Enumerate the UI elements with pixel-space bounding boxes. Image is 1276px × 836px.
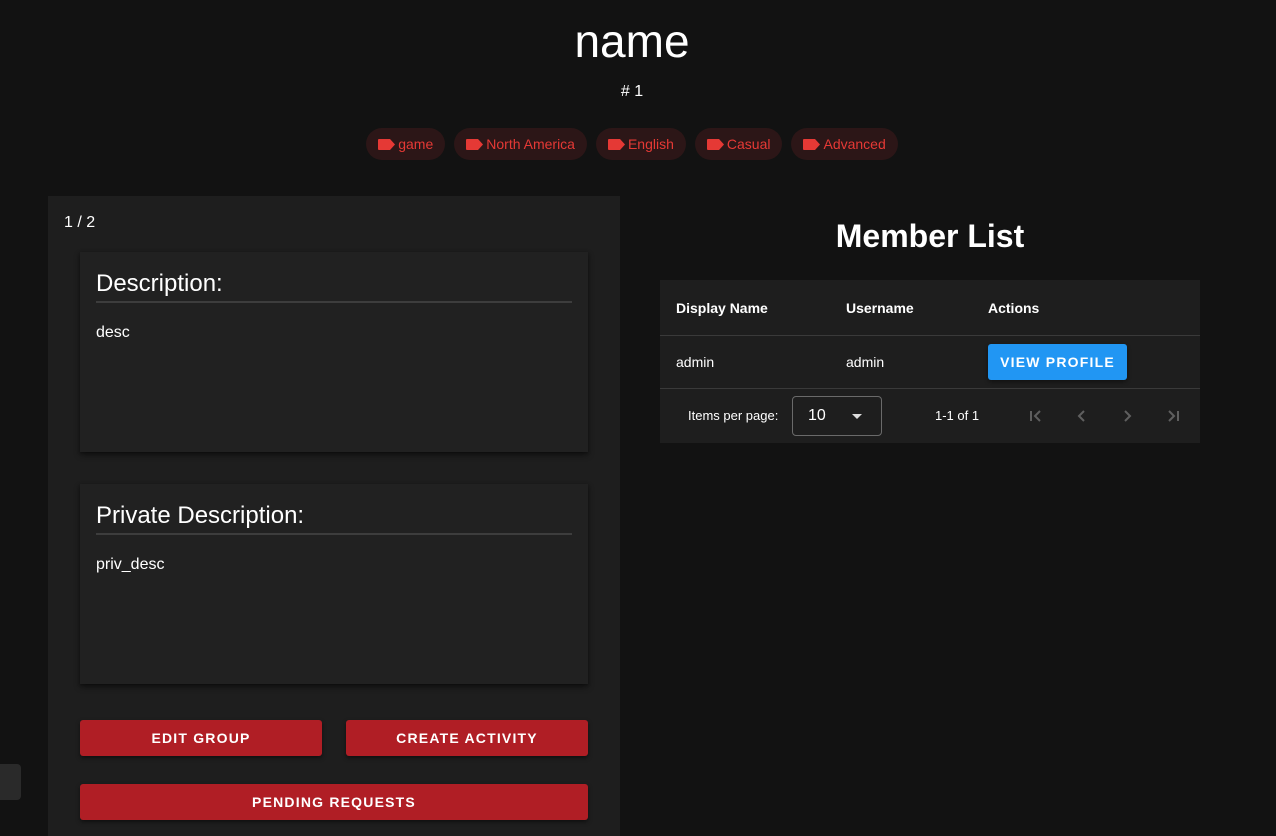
tag-label: North America bbox=[486, 136, 575, 152]
member-table: Display Name Username Actions admin admi… bbox=[660, 280, 1200, 443]
actions-cell: VIEW PROFILE bbox=[988, 336, 1127, 388]
display-name-cell: admin bbox=[676, 354, 715, 370]
previous-page-icon[interactable] bbox=[1070, 404, 1094, 428]
label-icon bbox=[803, 138, 821, 150]
description-card: Description: desc bbox=[80, 252, 588, 452]
tag-chip-english[interactable]: English bbox=[595, 128, 686, 160]
items-per-page-value: 10 bbox=[808, 407, 826, 424]
side-drawer-handle[interactable] bbox=[0, 764, 21, 800]
tag-chip-game[interactable]: game bbox=[366, 128, 446, 160]
page-title: name bbox=[574, 15, 690, 67]
pagination-range: 1-1 of 1 bbox=[935, 408, 980, 423]
tag-chip-north-america[interactable]: North America bbox=[454, 128, 587, 160]
private-description-text: priv_desc bbox=[96, 556, 165, 573]
username-cell: admin bbox=[846, 354, 885, 370]
description-text: desc bbox=[96, 324, 130, 341]
edit-group-button[interactable]: EDIT GROUP bbox=[80, 720, 322, 756]
member-list-title: Member List bbox=[835, 218, 1025, 254]
column-header-username[interactable]: Username bbox=[846, 280, 914, 335]
label-icon bbox=[378, 138, 396, 150]
tag-label: Casual bbox=[726, 136, 771, 152]
last-page-icon[interactable] bbox=[1161, 404, 1185, 428]
carousel-counter: 1 / 2 bbox=[64, 214, 96, 231]
tag-label: Advanced bbox=[823, 136, 886, 152]
view-profile-button[interactable]: VIEW PROFILE bbox=[988, 344, 1127, 380]
label-icon bbox=[607, 138, 625, 150]
tag-chip-advanced[interactable]: Advanced bbox=[791, 128, 898, 160]
private-description-heading: Private Description: bbox=[96, 502, 572, 535]
items-per-page-select[interactable]: 10 bbox=[792, 396, 882, 436]
create-activity-button[interactable]: CREATE ACTIVITY bbox=[346, 720, 588, 756]
description-heading: Description: bbox=[96, 270, 572, 303]
tag-label: game bbox=[398, 136, 434, 152]
group-number: # 1 bbox=[620, 83, 644, 100]
tag-label: English bbox=[627, 136, 674, 152]
tag-chip-casual[interactable]: Casual bbox=[694, 128, 783, 160]
private-description-card: Private Description: priv_desc bbox=[80, 484, 588, 684]
column-header-display-name[interactable]: Display Name bbox=[676, 280, 768, 335]
table-header-row: Display Name Username Actions bbox=[660, 280, 1200, 336]
tag-list: game North America English Casual Advanc… bbox=[0, 128, 1264, 160]
column-header-actions: Actions bbox=[988, 299, 1040, 316]
table-row: admin admin VIEW PROFILE bbox=[660, 336, 1200, 389]
label-icon bbox=[466, 138, 484, 150]
first-page-icon[interactable] bbox=[1024, 404, 1048, 428]
next-page-icon[interactable] bbox=[1115, 404, 1139, 428]
table-pagination-footer: Items per page: 10 1-1 of 1 bbox=[660, 390, 1200, 443]
items-per-page-label: Items per page: bbox=[688, 408, 779, 423]
dropdown-caret-icon bbox=[852, 414, 862, 419]
pending-requests-button[interactable]: PENDING REQUESTS bbox=[80, 784, 588, 820]
label-icon bbox=[706, 138, 724, 150]
group-details-panel: 1 / 2 Description: desc Private Descript… bbox=[48, 196, 620, 836]
